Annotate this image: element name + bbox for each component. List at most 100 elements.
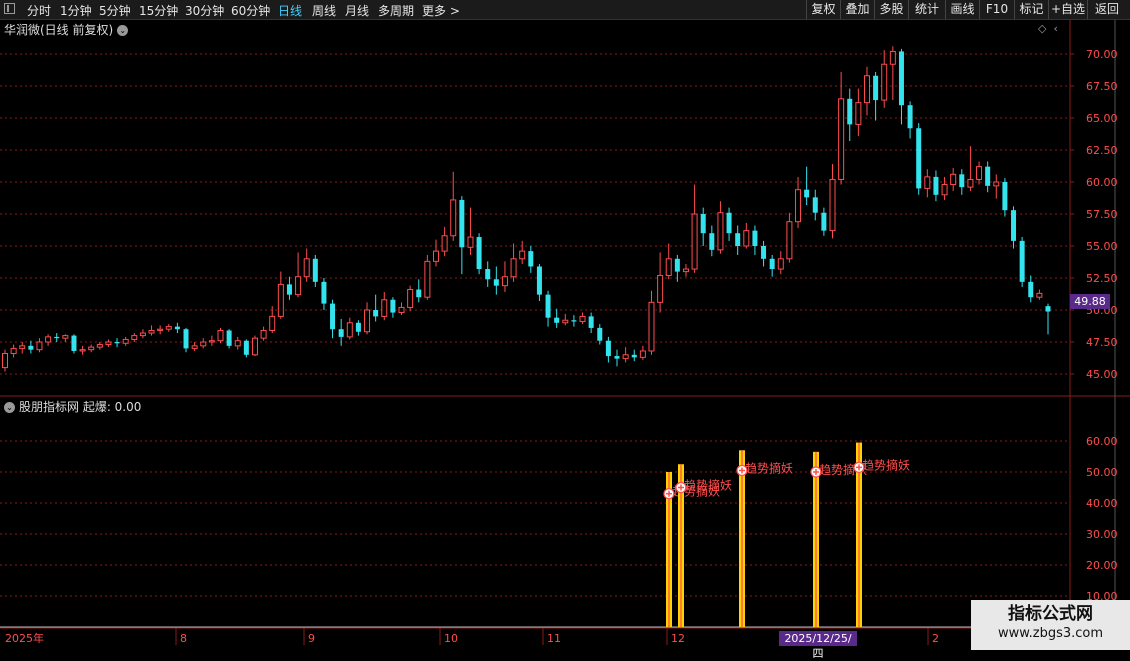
candle-body	[450, 199, 457, 237]
candle-body	[467, 236, 474, 248]
time-tick-label: 8	[180, 632, 187, 645]
indicator-title: ⌄ 股朋指标网 起爆: 0.00	[4, 398, 141, 415]
chevron-down-icon[interactable]: ⌄	[4, 402, 15, 413]
time-tick-label: 12	[671, 632, 685, 645]
site-watermark: 指标公式网 www.zbgs3.com	[971, 600, 1130, 650]
candle-body	[674, 258, 680, 272]
candle-body	[735, 233, 741, 246]
candle-body	[338, 329, 344, 337]
candle-body	[639, 350, 646, 358]
chevron-left-icon[interactable]: ‹	[1053, 22, 1057, 35]
candle-body	[286, 284, 292, 295]
candle-body	[967, 178, 974, 188]
indicator-tick-label: 60.00	[1086, 435, 1118, 448]
signal-label: 趋势摘妖	[745, 460, 793, 475]
candle-body	[28, 345, 34, 350]
candle-body	[622, 354, 629, 360]
candle-body	[295, 276, 302, 296]
candle-body	[277, 283, 284, 317]
indicator-tick-label: 50.00	[1086, 466, 1118, 479]
candle-body	[863, 75, 870, 104]
candle-body	[36, 341, 43, 351]
indicator-tick-label: 40.00	[1086, 497, 1118, 510]
candle-body	[821, 212, 827, 231]
candle-body	[251, 337, 258, 356]
stock-chart[interactable]: 趋势摘妖趋势摘妖趋势摘妖 趋势摘妖趋势摘妖 45.0047.5050.0052.5…	[0, 0, 1130, 650]
candle-body	[441, 235, 448, 252]
candle-body	[485, 269, 491, 280]
candle-body	[769, 258, 775, 270]
watermark-title: 指标公式网	[1008, 604, 1093, 624]
diamond-icon[interactable]: ◇	[1038, 22, 1046, 35]
candle-body	[510, 258, 517, 278]
price-tick-label: 65.00	[1086, 112, 1118, 125]
candle-body	[554, 317, 560, 323]
candle-body	[959, 174, 965, 188]
price-tick-label: 45.00	[1086, 368, 1118, 381]
candle-body	[226, 330, 232, 346]
indicator-tick-label: 20.00	[1086, 559, 1118, 572]
candle-body	[536, 266, 542, 295]
candle-body	[45, 336, 52, 343]
candle-body	[71, 335, 77, 351]
candle-body	[96, 344, 103, 348]
candle-body	[416, 289, 422, 298]
candle-body	[605, 340, 611, 357]
candle-body	[114, 342, 120, 344]
candle-body	[709, 233, 715, 250]
candle-body	[907, 105, 913, 129]
stock-title: 华润微(日线 前复权) ⌄	[4, 21, 129, 38]
time-tick-label: 2	[932, 632, 939, 645]
candle-body	[148, 329, 155, 334]
watermark-url: www.zbgs3.com	[997, 626, 1104, 641]
candle-body	[898, 51, 904, 106]
candle-body	[855, 102, 862, 125]
candle-body	[752, 230, 758, 246]
candle-body	[432, 250, 439, 262]
candle-body	[19, 345, 26, 349]
candle-body	[390, 299, 396, 313]
candle-body	[165, 326, 172, 330]
candle-body	[873, 75, 879, 101]
candle-body	[657, 274, 664, 303]
candle-body	[950, 173, 957, 186]
candle-body	[1045, 306, 1051, 312]
candle-body	[191, 345, 198, 349]
candle-body	[786, 221, 793, 260]
price-tick-label: 47.50	[1086, 336, 1118, 349]
candle-body	[614, 356, 620, 359]
candle-body	[761, 246, 767, 259]
price-tick-label: 55.00	[1086, 240, 1118, 253]
candle-body	[631, 354, 637, 358]
time-tick-label: 9	[308, 632, 315, 645]
candle-body	[62, 335, 69, 339]
price-tick-label: 62.50	[1086, 144, 1118, 157]
candle-body	[493, 279, 499, 286]
candle-body	[398, 306, 405, 314]
candle-body	[243, 340, 249, 355]
candle-body	[847, 98, 853, 125]
candle-body	[330, 303, 336, 330]
candle-body	[122, 338, 129, 344]
time-tick-label: 11	[547, 632, 561, 645]
indicator-title-text: 股朋指标网 起爆: 0.00	[19, 400, 142, 414]
candle-body	[1019, 240, 1025, 282]
candle-body	[562, 319, 569, 324]
candle-body	[312, 258, 318, 282]
candle-body	[269, 315, 276, 331]
candle-body	[139, 332, 146, 337]
candle-body	[924, 176, 931, 189]
candle-body	[2, 353, 8, 369]
candle-body	[777, 258, 784, 270]
candle-body	[717, 212, 724, 251]
candle-body	[804, 189, 810, 198]
candle-body	[993, 181, 1000, 187]
candle-body	[501, 276, 508, 287]
candle-body	[588, 316, 594, 328]
chevron-down-icon[interactable]: ⌄	[117, 25, 129, 36]
candle-body	[321, 281, 327, 304]
time-tick-label: 10	[444, 632, 458, 645]
candle-body	[88, 346, 95, 351]
candle-body	[131, 335, 138, 340]
cursor-date-tag: 2025/12/25/四	[779, 631, 857, 660]
